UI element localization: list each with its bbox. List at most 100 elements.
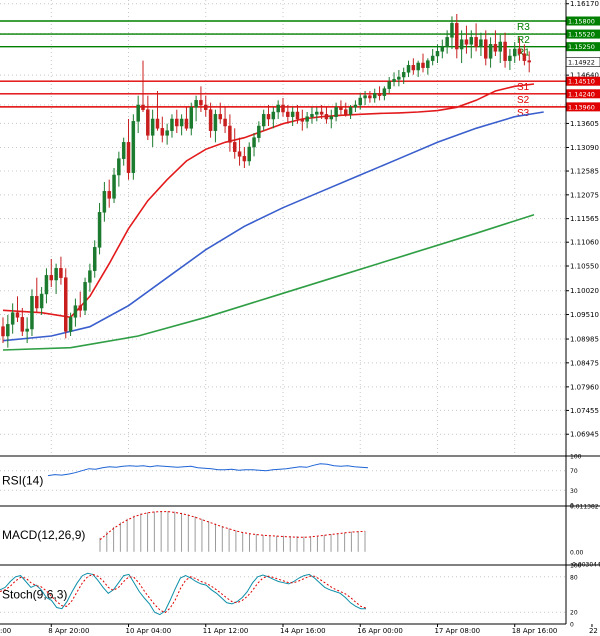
indicator-name: Stoch(9,6,3): [2, 588, 67, 602]
candle-down: [232, 142, 237, 152]
candle-up: [498, 41, 502, 52]
candle-up: [305, 116, 309, 122]
candle-down: [20, 317, 25, 332]
candle-down: [484, 39, 488, 59]
candle-down: [35, 296, 39, 309]
candle-up: [290, 111, 295, 117]
candle-down: [300, 118, 305, 122]
price-tick-label: 1.12075: [570, 191, 599, 199]
indicator-name: MACD(12,26,9): [2, 528, 85, 542]
time-tick-label: 10 Apr 04:00: [126, 627, 172, 635]
indicator-tick-label: 100: [570, 563, 582, 570]
candle-up: [310, 114, 314, 117]
candle-up: [194, 100, 198, 108]
candle-up: [329, 116, 334, 120]
candle-down: [223, 118, 227, 127]
time-axis: :00 8 Apr 20:00 10 Apr 04:00 11 Apr 12:00 14…: [0, 623, 600, 635]
candle-down: [64, 277, 68, 332]
candle-down: [78, 305, 82, 311]
candle-up: [261, 114, 266, 127]
price-tick-label: 1.07960: [570, 383, 599, 391]
candle-down: [204, 104, 208, 110]
candle-down: [493, 44, 498, 52]
indicator-tick-label: 30: [570, 488, 578, 495]
candle-up: [315, 111, 319, 115]
candle-up: [416, 62, 420, 71]
level-label-s2: S2: [517, 95, 530, 106]
price-tick-label: 1.07455: [570, 407, 599, 415]
candle-down: [517, 48, 522, 54]
candle-down: [527, 60, 531, 63]
time-tick-label: 11 Apr 12:00: [203, 627, 249, 635]
chart-svg[interactable]: R3R2R1S1S2S3 1.161701.155301.146401.1400…: [0, 0, 600, 636]
indicator-tick-label: 0: [570, 622, 574, 629]
candle-up: [68, 317, 73, 332]
candle-down: [295, 111, 300, 120]
candle-down: [242, 156, 247, 162]
level-label-s1: S1: [517, 82, 530, 93]
price-tick-label: 1.10550: [570, 263, 599, 271]
candle-up: [401, 72, 406, 78]
candle-up: [445, 37, 449, 47]
candle-down: [237, 151, 242, 157]
candle-up: [382, 88, 387, 96]
candle-down: [344, 109, 348, 115]
candle-down: [141, 104, 145, 110]
candle-up: [83, 282, 87, 311]
candle-down: [199, 100, 203, 106]
indicator-tick-label: 0.00: [570, 549, 584, 556]
candle-up: [450, 23, 454, 38]
candle-up: [165, 130, 169, 136]
candle-up: [406, 65, 411, 73]
price-tick-label: 1.10020: [570, 287, 599, 295]
candle-down: [339, 107, 343, 110]
candle-down: [421, 62, 425, 68]
candle-down: [160, 128, 165, 136]
candle-up: [121, 142, 126, 159]
candle-up: [252, 137, 256, 148]
price-tick-label: 1.12585: [570, 168, 599, 176]
candle-up: [435, 51, 440, 57]
rsi-line: [47, 463, 369, 477]
candle-down: [377, 93, 382, 96]
candle-up: [112, 174, 116, 199]
candle-up: [10, 312, 15, 325]
time-tick-label: 8 Apr 20:00: [48, 627, 89, 635]
candle-down: [319, 111, 324, 115]
level-tag-r2: 1.15520: [568, 31, 595, 39]
candle-up: [25, 328, 29, 332]
current-price-label: 1.14922: [568, 58, 595, 66]
candle-up: [271, 111, 276, 120]
candle-up: [488, 44, 493, 59]
candle-down: [1, 326, 5, 337]
level-price-tags: 1.15800 1.15520 1.15250 1.14510 1.14240 1.139…: [565, 16, 600, 112]
candle-up: [372, 93, 377, 99]
candle-up: [512, 48, 517, 57]
candle-up: [387, 81, 391, 89]
candle-down: [175, 118, 179, 127]
candle-up: [426, 60, 430, 68]
candle-down: [146, 109, 150, 136]
candle-up: [247, 146, 251, 162]
price-tick-label: 1.11565: [570, 215, 599, 223]
candle-up: [92, 247, 97, 271]
price-tick-label: 1.16170: [570, 0, 599, 8]
candle-down: [474, 37, 478, 47]
time-tick-label: 17 Apr 08:00: [434, 627, 480, 635]
level-tag-r1: 1.15250: [568, 43, 595, 51]
candle-up: [39, 293, 44, 309]
candle-down: [464, 39, 469, 45]
price-tick-label: 1.06945: [570, 431, 599, 439]
candle-down: [49, 275, 54, 281]
candle-up: [102, 191, 107, 213]
candle-up: [179, 118, 184, 127]
time-tick-label: :00: [0, 627, 11, 635]
candle-up: [131, 121, 136, 173]
candle-down: [59, 268, 63, 278]
indicator-name: RSI(14): [2, 474, 43, 488]
price-tick-label: 1.11060: [570, 239, 599, 247]
level-label-s3: S3: [517, 108, 530, 119]
candle-up: [6, 324, 10, 337]
candle-up: [170, 118, 174, 131]
level-tag-s3: 1.13960: [568, 103, 595, 111]
